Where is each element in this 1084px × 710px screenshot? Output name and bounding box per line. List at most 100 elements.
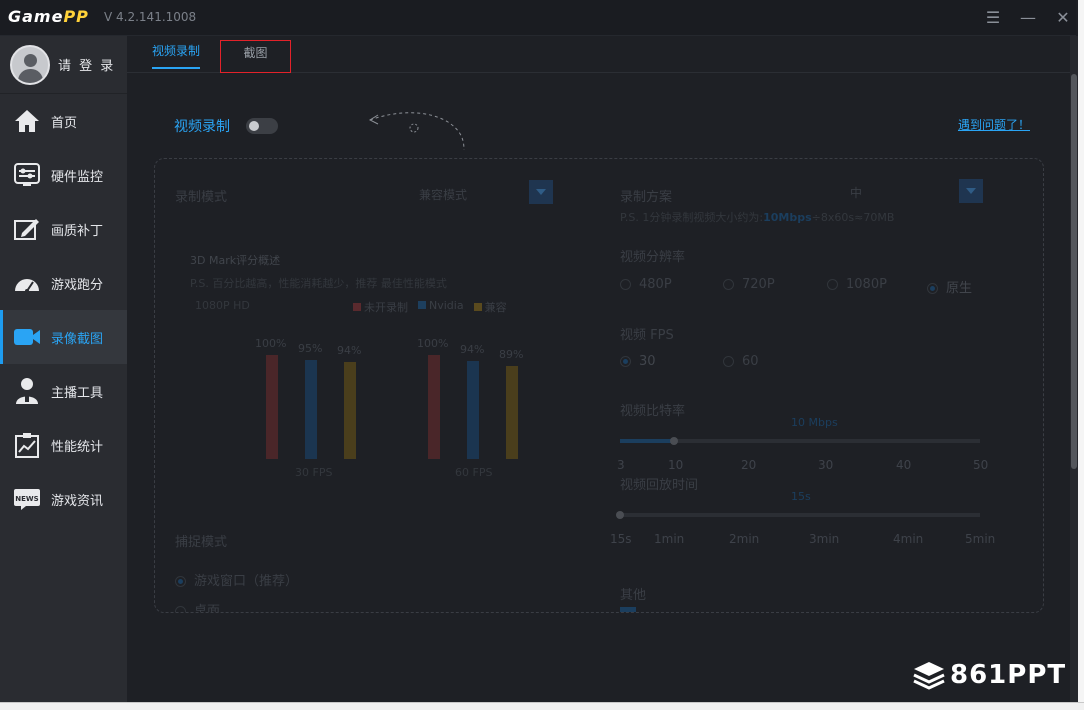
background-window-edge <box>1078 0 1084 702</box>
radio-button[interactable] <box>620 356 631 367</box>
other-label: 其他 <box>620 588 647 603</box>
bitrate-value: 10 Mbps <box>791 416 838 429</box>
bar-value: 100% <box>255 337 287 350</box>
bar-value: 94% <box>337 344 362 357</box>
capture-option-window[interactable]: 游戏窗口（推荐） <box>175 570 298 589</box>
capture-mode-label: 捕捉模式 <box>175 535 228 550</box>
bitrate-tick: 3 <box>617 458 625 472</box>
background-window-edge <box>0 702 1084 710</box>
radio-button[interactable] <box>175 606 186 612</box>
group-label: 30 FPS <box>295 466 333 479</box>
sidebar-item-label: 主播工具 <box>51 385 104 401</box>
mode-select-value[interactable]: 兼容模式 <box>419 186 467 203</box>
sidebar-item-label: 游戏资讯 <box>51 493 104 509</box>
radio-button[interactable] <box>723 279 734 290</box>
svg-text:NEWS: NEWS <box>15 495 38 503</box>
sidebar-item-performance[interactable]: 性能统计 <box>0 418 127 472</box>
benchmark-bar <box>266 355 278 459</box>
replay-slider-handle[interactable] <box>616 511 624 519</box>
stack-icon <box>913 662 945 690</box>
resolution-option[interactable]: 原生 <box>927 277 972 296</box>
fps-option[interactable]: 60 <box>723 354 759 369</box>
radio-button[interactable] <box>827 279 838 290</box>
scheme-dropdown-button[interactable] <box>959 179 983 203</box>
tab-bar: 视频录制 截图 <box>127 36 1070 73</box>
sidebar-item-home[interactable]: 首页 <box>0 94 127 148</box>
sidebar-item-recording[interactable]: 录像截图 <box>0 310 127 364</box>
sidebar-item-label: 硬件监控 <box>51 169 104 185</box>
scheme-label: 录制方案 <box>620 190 673 205</box>
app-logo: GamePP <box>8 7 89 26</box>
user-login[interactable]: 请 登 录 <box>0 36 127 94</box>
bar-value: 100% <box>417 337 449 350</box>
help-link[interactable]: 遇到问题了！ <box>958 116 1030 133</box>
replay-value: 15s <box>791 490 811 503</box>
sidebar-item-label: 游戏跑分 <box>51 277 104 293</box>
sidebar-item-streamer[interactable]: 主播工具 <box>0 364 127 418</box>
benchmark-bar <box>428 355 440 459</box>
quality-patch-icon <box>13 215 41 243</box>
bar-value: 89% <box>499 348 524 361</box>
minimize-icon[interactable]: — <box>1017 7 1039 29</box>
sidebar-item-benchmark[interactable]: 游戏跑分 <box>0 256 127 310</box>
fps-option[interactable]: 30 <box>620 354 656 369</box>
title-bar: GamePP V 4.2.141.1008 ☰ — ✕ <box>0 0 1076 36</box>
bitrate-tick: 30 <box>818 458 834 472</box>
bitrate-slider-handle[interactable] <box>670 437 678 445</box>
benchmark-title: 3D Mark评分概述 <box>190 254 281 267</box>
resolution-option[interactable]: 480P <box>620 277 672 292</box>
other-checkbox[interactable] <box>620 607 636 612</box>
benchmark-bar <box>344 362 356 459</box>
radio-button[interactable] <box>927 283 938 294</box>
resolution-option[interactable]: 1080P <box>827 277 887 292</box>
sidebar-item-label: 性能统计 <box>51 439 104 455</box>
avatar[interactable] <box>10 44 50 85</box>
resolution-option[interactable]: 720P <box>723 277 775 292</box>
replay-tick: 4min <box>893 532 924 546</box>
radio-button[interactable] <box>620 279 631 290</box>
benchmark-subtitle: P.S. 百分比越高，性能消耗越少，推荐 最佳性能模式 <box>190 277 447 290</box>
performance-chart-icon <box>13 431 41 459</box>
mode-dropdown-button[interactable] <box>529 180 553 204</box>
scrollbar[interactable] <box>1070 36 1078 702</box>
replay-tick: 2min <box>729 532 760 546</box>
tab-video-recording[interactable]: 视频录制 <box>152 42 201 69</box>
home-icon <box>13 107 41 135</box>
sidebar-item-hardware[interactable]: 硬件监控 <box>0 148 127 202</box>
recording-toggle[interactable] <box>246 118 278 134</box>
fps-label: 视频 FPS <box>620 328 674 343</box>
legend-item: 兼容 <box>473 299 507 315</box>
benchmark-bar <box>506 366 518 459</box>
sidebar-item-news[interactable]: NEWS 游戏资讯 <box>0 472 127 526</box>
legend-item: 未开录制 <box>353 299 408 315</box>
hardware-monitor-icon <box>13 161 41 189</box>
replay-slider[interactable] <box>620 513 980 517</box>
news-icon: NEWS <box>13 485 41 513</box>
scrollbar-thumb[interactable] <box>1071 74 1077 469</box>
bitrate-tick: 40 <box>896 458 912 472</box>
dashed-arrow-icon <box>368 112 465 151</box>
sidebar: 请 登 录 首页 硬件监控 画质补丁 游戏跑分 录像截图 主播工具 性能统计 N… <box>0 36 127 702</box>
sidebar-item-label: 首页 <box>51 115 78 131</box>
replay-tick: 3min <box>809 532 840 546</box>
speedometer-icon <box>13 269 41 297</box>
benchmark-bar <box>305 360 317 459</box>
login-label[interactable]: 请 登 录 <box>58 55 115 74</box>
main-content: 视频录制 截图 视频录制 遇到问题了！ 录制模式 兼容模式 3D Mark评分概… <box>127 36 1070 702</box>
capture-option-desktop[interactable]: 桌面 <box>175 600 220 612</box>
bitrate-tick: 20 <box>741 458 757 472</box>
close-icon[interactable]: ✕ <box>1052 7 1074 29</box>
group-label: 60 FPS <box>455 466 493 479</box>
scheme-select-value[interactable]: 中 <box>850 184 862 201</box>
sidebar-item-label: 录像截图 <box>51 331 104 347</box>
bitrate-label: 视频比特率 <box>620 404 686 419</box>
hamburger-icon[interactable]: ☰ <box>982 7 1004 29</box>
tab-screenshot[interactable]: 截图 <box>220 40 291 73</box>
app-version: V 4.2.141.1008 <box>104 10 197 24</box>
streamer-icon <box>13 377 41 405</box>
sidebar-item-label: 画质补丁 <box>51 223 104 239</box>
sidebar-item-quality[interactable]: 画质补丁 <box>0 202 127 256</box>
radio-button[interactable] <box>175 576 186 587</box>
radio-button[interactable] <box>723 356 734 367</box>
replay-label: 视频回放时间 <box>620 478 699 493</box>
